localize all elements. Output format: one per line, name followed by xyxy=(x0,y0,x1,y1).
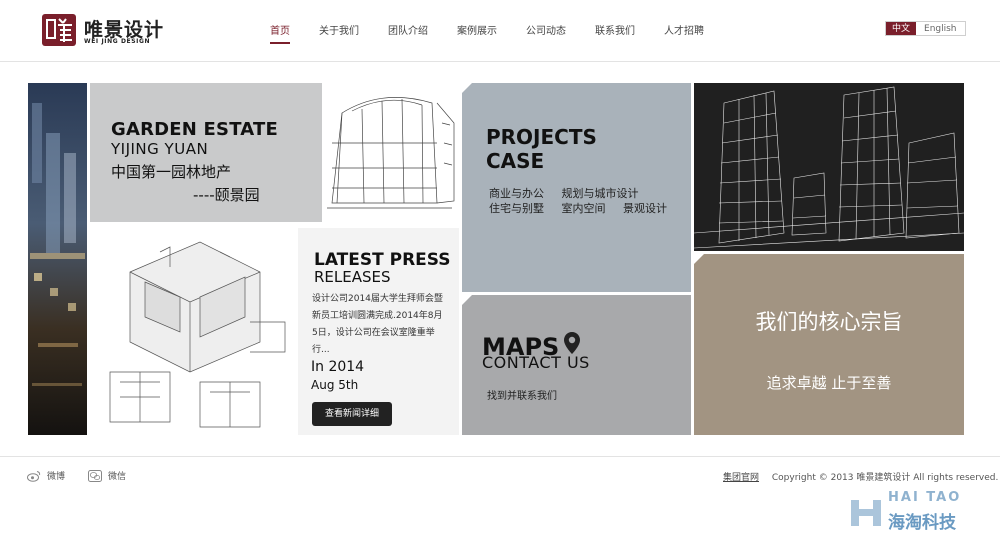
city-skyline-image xyxy=(28,83,87,435)
project-category-residential[interactable]: 住宅与别墅 xyxy=(489,202,544,215)
nav-item-contact[interactable]: 联系我们 xyxy=(585,18,645,44)
lang-cn-button[interactable]: 中文 xyxy=(886,22,917,35)
nav-item-careers[interactable]: 人才招聘 xyxy=(654,18,714,44)
watermark-cn: 海淘科技 xyxy=(888,513,956,533)
logo-mark-icon xyxy=(42,14,76,46)
main-nav: 首页 关于我们 团队介绍 案例展示 公司动态 联系我们 人才招聘 xyxy=(260,18,723,48)
haitao-watermark: HAI TAO 海淘科技 xyxy=(848,490,990,533)
logo-text-en: WEI JING DESIGN xyxy=(84,38,151,45)
view-news-button[interactable]: 查看新闻详细 xyxy=(312,402,392,426)
project-categories-row2: 住宅与别墅 室内空间 景观设计 xyxy=(489,200,681,216)
project-categories-row1: 商业与办公 规划与城市设计 xyxy=(489,185,653,201)
tower-wireframe-image xyxy=(694,83,964,251)
garden-subtitle: YIJING YUAN xyxy=(111,140,209,158)
map-pin-icon xyxy=(564,332,580,354)
language-switcher: 中文 English xyxy=(885,21,966,36)
weibo-label: 微博 xyxy=(47,472,66,482)
projects-case-tile[interactable]: PROJECTS CASE 商业与办公 规划与城市设计 住宅与别墅 室内空间 景… xyxy=(462,83,691,292)
wechat-link[interactable]: 微信 xyxy=(88,469,126,482)
garden-cn-line1: 中国第一园林地产 xyxy=(111,163,232,181)
wechat-label: 微信 xyxy=(108,472,127,482)
projects-title: PROJECTS xyxy=(486,125,597,149)
core-mission-subtitle: 追求卓越 止于至善 xyxy=(766,374,892,392)
logo[interactable]: 唯景设计 WEI JING DESIGN xyxy=(40,10,180,50)
project-category-interior[interactable]: 室内空间 xyxy=(562,202,606,215)
core-mission-tile[interactable]: 我们的核心宗旨 追求卓越 止于至善 xyxy=(694,254,964,435)
weibo-icon xyxy=(27,470,41,482)
watermark-en: HAI TAO xyxy=(888,490,962,505)
wechat-icon xyxy=(88,469,102,482)
garden-estate-tile[interactable]: GARDEN ESTATE YIJING YUAN 中国第一园林地产 ----颐… xyxy=(90,83,322,222)
garden-cn-line2: ----颐景园 xyxy=(193,186,260,204)
footer-right: 集团官网 Copyright © 2013 唯景建筑设计 All rights … xyxy=(723,470,998,483)
city-photo-tile[interactable] xyxy=(28,83,87,435)
lang-en-button[interactable]: English xyxy=(916,22,965,35)
house-plan-tile[interactable] xyxy=(90,222,298,435)
copyright-text: Copyright © 2013 唯景建筑设计 All rights reser… xyxy=(771,473,999,483)
nav-item-home[interactable]: 首页 xyxy=(260,18,300,44)
architecture-sketch-tile[interactable] xyxy=(322,83,459,222)
projects-title-line2: CASE xyxy=(486,149,545,173)
press-releases-tile: LATEST PRESS RELEASES 设计公司2014届大学生拜师会暨新员… xyxy=(298,228,459,435)
weibo-link[interactable]: 微博 xyxy=(27,469,65,482)
building-wireframe-image xyxy=(327,97,455,209)
press-body[interactable]: 设计公司2014届大学生拜师会暨新员工培训圆满完成.2014年8月5日，设计公司… xyxy=(312,291,448,359)
tower-wireframe-tile[interactable] xyxy=(694,83,964,251)
nav-item-about[interactable]: 关于我们 xyxy=(309,18,369,44)
nav-item-news[interactable]: 公司动态 xyxy=(516,18,576,44)
core-mission-title: 我们的核心宗旨 xyxy=(755,310,903,334)
project-category-landscape[interactable]: 景观设计 xyxy=(623,202,667,215)
project-category-planning[interactable]: 规划与城市设计 xyxy=(562,187,639,200)
press-title: LATEST PRESS xyxy=(314,250,451,270)
contact-us-title: CONTACT US xyxy=(482,353,590,372)
garden-title: GARDEN ESTATE xyxy=(111,119,278,140)
press-year: In 2014 xyxy=(311,359,365,375)
press-title-line2: RELEASES xyxy=(314,268,391,286)
nav-item-cases[interactable]: 案例展示 xyxy=(447,18,507,44)
find-us-link[interactable]: 找到并联系我们 xyxy=(487,387,557,402)
press-date: Aug 5th xyxy=(311,378,359,392)
nav-item-team[interactable]: 团队介绍 xyxy=(378,18,438,44)
haitao-logo-icon xyxy=(851,500,881,526)
project-category-commercial[interactable]: 商业与办公 xyxy=(489,187,544,200)
maps-contact-tile[interactable]: MAPS CONTACT US 找到并联系我们 xyxy=(462,295,691,435)
house-plan-image xyxy=(109,241,286,428)
group-site-link[interactable]: 集团官网 xyxy=(723,473,759,483)
site-header: 唯景设计 WEI JING DESIGN 首页 关于我们 团队介绍 案例展示 公… xyxy=(0,0,1000,62)
